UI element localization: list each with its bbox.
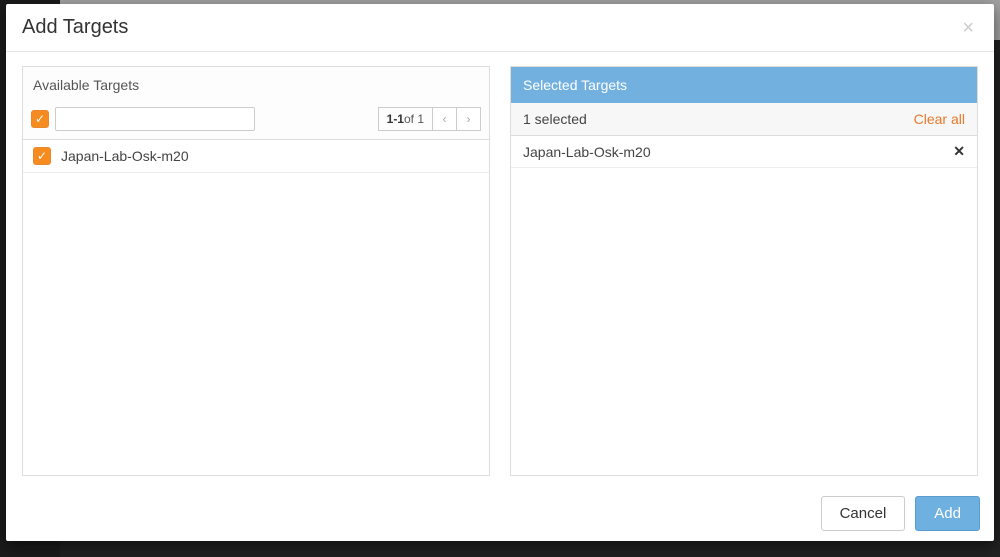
page-info: 1-1 of 1 (378, 107, 433, 131)
prev-page-button[interactable]: ‹ (433, 107, 457, 131)
available-targets-panel: Available Targets ✓ 1-1 of 1 ‹ › (22, 66, 490, 476)
chevron-right-icon: › (467, 112, 471, 126)
selected-target-name: Japan-Lab-Osk-m20 (523, 144, 651, 160)
remove-selected-icon[interactable]: ✕ (953, 143, 965, 160)
modal-header: Add Targets × (6, 4, 994, 52)
add-button[interactable]: Add (915, 496, 980, 531)
select-all-checkbox[interactable]: ✓ (31, 110, 49, 128)
available-targets-header: Available Targets (23, 67, 489, 101)
target-checkbox[interactable]: ✓ (33, 147, 51, 165)
modal-overlay: Add Targets × Available Targets ✓ 1-1 of… (0, 0, 1000, 557)
cancel-button[interactable]: Cancel (821, 496, 906, 531)
page-of: of 1 (404, 112, 424, 126)
add-targets-modal: Add Targets × Available Targets ✓ 1-1 of… (6, 4, 994, 541)
available-target-row[interactable]: ✓ Japan-Lab-Osk-m20 (23, 140, 489, 173)
selected-subheader: 1 selected Clear all (511, 103, 977, 136)
chevron-left-icon: ‹ (443, 112, 447, 126)
selected-target-row: Japan-Lab-Osk-m20 ✕ (511, 136, 977, 168)
clear-all-button[interactable]: Clear all (914, 111, 965, 127)
modal-title: Add Targets (22, 16, 128, 39)
page-range: 1-1 (387, 112, 404, 126)
close-icon[interactable]: × (958, 18, 978, 38)
available-toolbar: ✓ 1-1 of 1 ‹ › (23, 101, 489, 140)
available-search-input[interactable] (55, 107, 255, 131)
modal-body: Available Targets ✓ 1-1 of 1 ‹ › (6, 52, 994, 486)
selected-targets-header: Selected Targets (511, 67, 977, 103)
modal-footer: Cancel Add (6, 486, 994, 541)
available-target-name: Japan-Lab-Osk-m20 (61, 148, 189, 164)
selected-count: 1 selected (523, 111, 587, 127)
selected-targets-panel: Selected Targets 1 selected Clear all Ja… (510, 66, 978, 476)
pager: 1-1 of 1 ‹ › (378, 107, 481, 131)
next-page-button[interactable]: › (457, 107, 481, 131)
